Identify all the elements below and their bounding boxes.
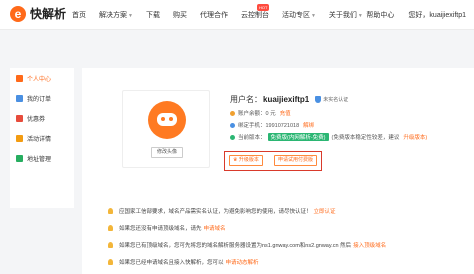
recharge-link[interactable]: 充值 — [280, 109, 291, 117]
upgrade-button[interactable]: ♛ 升级版本 — [229, 155, 263, 166]
account-info: 用户名： kuaijiexiftp1 未实名认证 账户余额：0 元 充值 绑定手… — [230, 94, 427, 141]
shield-icon — [315, 96, 322, 104]
user-greeting[interactable]: 您好，kuaijiexiftp1 — [408, 10, 466, 20]
sidebar: 个人中心 我的订单 优惠券 活动详情 地址管理 — [10, 68, 74, 208]
nav-label: 活动专区 — [281, 12, 310, 19]
main-nav: 首页 解决方案▼ 下载 购买 代理合作 云控制台 活动专区▼ 关于我们▼ — [72, 10, 376, 20]
logo[interactable]: e 快解析 — [10, 5, 66, 22]
nav-label: 下载 — [145, 12, 160, 19]
nav-label: 首页 — [72, 12, 86, 19]
list-item: 如果您已经申请域名且接入快解析，您可以 申请动态解析 — [108, 253, 468, 270]
dynamic-dns-link[interactable]: 申请动态解析 — [226, 258, 259, 266]
nav-activities[interactable]: 活动专区▼ — [282, 10, 316, 20]
nav-home[interactable]: 首页 — [72, 10, 86, 20]
list-item: 应国家工信部要求，域名产品需实名认证，为避免影响您的使用，请尽快认证！ 立即认证 — [108, 202, 468, 219]
bulb-icon — [108, 241, 113, 248]
nav-download[interactable]: 下载 — [146, 10, 160, 20]
trial-paid-button[interactable]: 申请试用付费版 — [274, 155, 318, 166]
top-nav-bar: e 快解析 首页 解决方案▼ 下载 购买 代理合作 云控制台 活动专区▼ 关于我… — [0, 0, 474, 30]
note-text: 如果您已有顶级域名，您可先将您的域名解析服务器设置为ns1.gnway.com和… — [119, 242, 352, 249]
phone-row: 绑定手机：19910721018 解绑 — [230, 121, 427, 129]
nav-label: 云控制台 — [240, 12, 269, 19]
activity-icon — [16, 134, 23, 142]
balance-row: 账户余额：0 元 充值 — [230, 109, 427, 117]
help-center-link[interactable]: 帮助中心 — [366, 10, 394, 20]
verify-now-link[interactable]: 立即认证 — [314, 207, 336, 215]
change-avatar-button[interactable]: 修改头像 — [151, 147, 183, 158]
bulb-icon — [108, 224, 113, 231]
chevron-down-icon: ▼ — [128, 13, 133, 19]
avatar-box: 修改头像 — [122, 90, 210, 168]
sidebar-item-label: 优惠券 — [27, 116, 46, 123]
address-icon — [16, 154, 23, 162]
sidebar-item-label: 我的订单 — [27, 96, 52, 103]
nav-console[interactable]: 云控制台 — [241, 10, 269, 20]
list-item: 如果您还没有申请顶级域名，请先 申请域名 — [108, 219, 468, 236]
avatar — [148, 101, 186, 139]
sidebar-item-orders[interactable]: 我的订单 — [10, 88, 74, 108]
sidebar-item-label: 个人中心 — [27, 76, 52, 83]
nav-right: 帮助中心 您好，kuaijiexiftp1 — [352, 10, 466, 20]
coupon-icon — [16, 114, 23, 122]
plan-icon — [230, 134, 235, 140]
logo-text: 快解析 — [30, 7, 67, 21]
plan-tag: 免费版(内网解析-免费) — [267, 133, 329, 141]
nav-agent[interactable]: 代理合作 — [200, 10, 228, 20]
chevron-down-icon: ▼ — [310, 13, 316, 19]
sidebar-item-address[interactable]: 地址管理 — [10, 148, 74, 168]
note-text: 如果您还没有申请顶级域名，请先 — [119, 225, 202, 232]
sidebar-item-activities[interactable]: 活动详情 — [10, 128, 74, 148]
sidebar-item-personal-center[interactable]: 个人中心 — [10, 68, 74, 88]
sidebar-item-label: 活动详情 — [27, 136, 52, 143]
plan-note: (免费版本稳定性较差，建议 — [331, 135, 400, 141]
username-label: 用户名： — [230, 95, 262, 104]
nav-solutions[interactable]: 解决方案▼ — [99, 10, 133, 20]
verify-status[interactable]: 未实名认证 — [315, 96, 349, 104]
list-item: 如果您已有顶级域名，您可先将您的域名解析服务器设置为ns1.gnway.com和… — [108, 236, 468, 253]
notice-list: 应国家工信部要求，域名产品需实名认证，为避免影响您的使用，请尽快认证！ 立即认证… — [108, 202, 468, 270]
bulb-icon — [108, 258, 113, 265]
phone-label: 绑定手机：19910721018 — [238, 123, 300, 129]
hot-badge: HOT — [257, 4, 270, 11]
verify-status-label: 未实名认证 — [323, 96, 349, 103]
plan-label: 当前版本： — [238, 135, 266, 141]
apply-domain-link[interactable]: 申请域名 — [204, 224, 226, 232]
order-icon — [16, 94, 23, 102]
sidebar-item-label: 地址管理 — [27, 156, 52, 163]
note-text: 如果您已经申请域名且接入快解析，您可以 — [119, 259, 224, 266]
robot-icon — [157, 113, 177, 126]
nav-label: 解决方案 — [99, 12, 127, 19]
bulb-icon — [108, 207, 113, 214]
note-text: 应国家工信部要求，域名产品需实名认证，为避免影响您的使用，请尽快认证！ — [119, 208, 312, 215]
upgrade-button-label: 升级版本 — [238, 157, 259, 163]
username: kuaijiexiftp1 — [263, 95, 310, 104]
sidebar-item-coupons[interactable]: 优惠券 — [10, 108, 74, 128]
plan-row: 当前版本： 免费版(内网解析-免费) (免费版本稳定性较差，建议 升级版本) — [230, 133, 427, 141]
nav-buy[interactable]: 购买 — [173, 10, 187, 20]
nav-label: 购买 — [172, 12, 187, 19]
balance-label: 账户余额：0 元 — [238, 111, 276, 117]
upgrade-link[interactable]: 升级版本) — [403, 133, 427, 141]
user-icon — [16, 74, 23, 82]
phone-icon — [230, 122, 235, 128]
unbind-link[interactable]: 解绑 — [303, 121, 314, 129]
connect-domain-link[interactable]: 接入顶级域名 — [353, 241, 386, 249]
logo-icon: e — [10, 5, 26, 22]
coin-icon — [230, 110, 235, 116]
nav-label: 代理合作 — [199, 12, 228, 19]
profile-panel: 修改头像 用户名： kuaijiexiftp1 未实名认证 账户余额：0 元 充… — [82, 68, 474, 274]
